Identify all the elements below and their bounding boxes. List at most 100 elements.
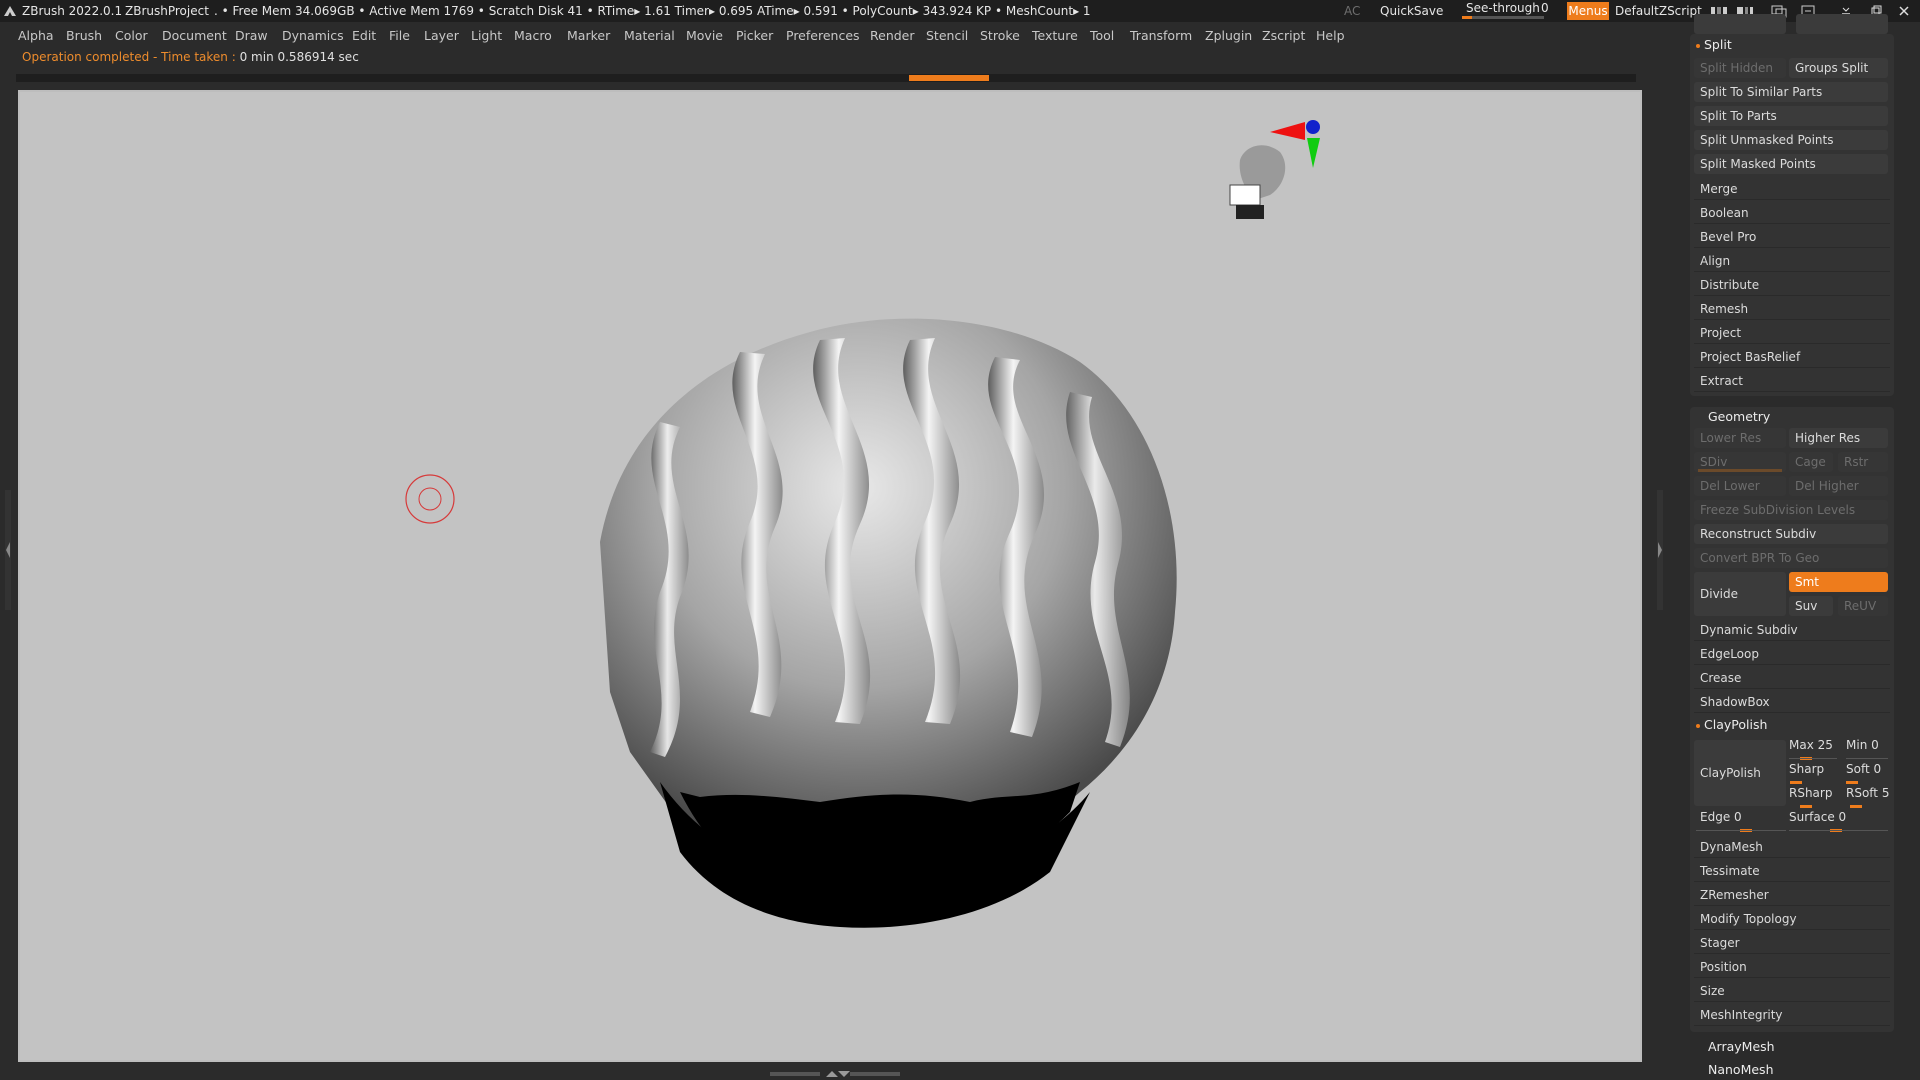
menu-transform[interactable]: Transform: [1130, 25, 1192, 47]
menu-brush[interactable]: Brush: [66, 25, 102, 47]
quicksave-button[interactable]: QuickSave: [1380, 0, 1443, 22]
bevel-pro-row[interactable]: Bevel Pro: [1694, 226, 1890, 248]
menu-color[interactable]: Color: [115, 25, 148, 47]
menu-document[interactable]: Document: [162, 25, 227, 47]
sculpted-mesh[interactable]: [600, 318, 1177, 928]
soft-slider[interactable]: Soft 0: [1846, 762, 1881, 776]
shadowbox-row[interactable]: ShadowBox: [1694, 691, 1890, 713]
higher-res-button[interactable]: Higher Res: [1789, 428, 1888, 448]
position-row[interactable]: Position: [1694, 956, 1890, 978]
menu-tool[interactable]: Tool: [1090, 25, 1114, 47]
soft-slider-handle: [1846, 781, 1858, 784]
menu-macro[interactable]: Macro: [514, 25, 552, 47]
rsharp-slider[interactable]: RSharp: [1789, 786, 1832, 800]
surface-slider[interactable]: Surface 0: [1789, 810, 1846, 824]
ac-indicator[interactable]: AC: [1344, 0, 1360, 22]
split-hidden-button[interactable]: Split Hidden: [1694, 58, 1786, 78]
menu-material[interactable]: Material: [624, 25, 675, 47]
cut-off-button-left[interactable]: [1694, 14, 1786, 34]
split-masked-button[interactable]: Split Masked Points: [1694, 154, 1888, 174]
split-header[interactable]: Split: [1696, 37, 1732, 52]
document-canvas[interactable]: [20, 92, 1640, 1060]
min-slider[interactable]: Min 0: [1846, 738, 1879, 752]
project-basrelief-row[interactable]: Project BasRelief: [1694, 346, 1890, 368]
tessimate-row[interactable]: Tessimate: [1694, 860, 1890, 882]
edge-slider[interactable]: Edge 0: [1700, 810, 1742, 824]
default-zscript-button[interactable]: DefaultZScript: [1615, 0, 1702, 22]
cut-off-button-right[interactable]: [1796, 14, 1888, 34]
suv-toggle[interactable]: Suv: [1789, 596, 1833, 616]
convert-bpr-button[interactable]: Convert BPR To Geo: [1694, 548, 1888, 568]
crease-row[interactable]: Crease: [1694, 667, 1890, 689]
groups-split-button[interactable]: Groups Split: [1789, 58, 1888, 78]
arraymesh-header[interactable]: ArrayMesh: [1708, 1039, 1775, 1054]
close-icon[interactable]: [1898, 5, 1910, 17]
menu-zplugin[interactable]: Zplugin: [1205, 25, 1252, 47]
del-higher-button[interactable]: Del Higher: [1789, 476, 1888, 496]
geometry-header[interactable]: Geometry: [1708, 409, 1770, 424]
remesh-row[interactable]: Remesh: [1694, 298, 1890, 320]
split-similar-parts-button[interactable]: Split To Similar Parts: [1694, 82, 1888, 102]
claypolish-header[interactable]: ClayPolish: [1696, 717, 1767, 732]
menu-help[interactable]: Help: [1316, 25, 1345, 47]
sdiv-slider[interactable]: SDiv: [1694, 452, 1786, 472]
zremesher-row[interactable]: ZRemesher: [1694, 884, 1890, 906]
extract-row[interactable]: Extract: [1694, 370, 1890, 392]
divide-button[interactable]: Divide: [1694, 572, 1786, 616]
split-to-parts-button[interactable]: Split To Parts: [1694, 106, 1888, 126]
distribute-row[interactable]: Distribute: [1694, 274, 1890, 296]
menu-zscript[interactable]: Zscript: [1262, 25, 1305, 47]
menu-light[interactable]: Light: [471, 25, 502, 47]
min-slider-track: [1846, 758, 1888, 759]
see-through-slider[interactable]: See-through 0: [1462, 0, 1552, 22]
menu-movie[interactable]: Movie: [686, 25, 723, 47]
boolean-row[interactable]: Boolean: [1694, 202, 1890, 224]
menu-stroke[interactable]: Stroke: [980, 25, 1020, 47]
split-unmasked-button[interactable]: Split Unmasked Points: [1694, 130, 1888, 150]
menu-preferences[interactable]: Preferences: [786, 25, 860, 47]
navigation-gizmo[interactable]: [1229, 120, 1320, 219]
right-tray-handle-icon[interactable]: [1656, 490, 1664, 610]
modify-topology-row[interactable]: Modify Topology: [1694, 908, 1890, 930]
canvas-frame: [18, 90, 1642, 1062]
claypolish-button[interactable]: ClayPolish: [1694, 740, 1786, 806]
dynamic-subdiv-row[interactable]: Dynamic Subdiv: [1694, 619, 1890, 641]
sharp-slider[interactable]: Sharp: [1789, 762, 1824, 776]
meshintegrity-row[interactable]: MeshIntegrity: [1694, 1004, 1890, 1026]
menu-file[interactable]: File: [389, 25, 410, 47]
rsoft-slider-handle: [1850, 805, 1862, 808]
menu-render[interactable]: Render: [870, 25, 915, 47]
menu-layer[interactable]: Layer: [424, 25, 459, 47]
menu-marker[interactable]: Marker: [567, 25, 610, 47]
menu-edit[interactable]: Edit: [352, 25, 376, 47]
merge-row[interactable]: Merge: [1694, 178, 1890, 200]
reuv-button[interactable]: ReUV: [1838, 596, 1888, 616]
menu-stencil[interactable]: Stencil: [926, 25, 968, 47]
menu-alpha[interactable]: Alpha: [18, 25, 54, 47]
smt-toggle[interactable]: Smt: [1789, 572, 1888, 592]
reconstruct-subdiv-button[interactable]: Reconstruct Subdiv: [1694, 524, 1888, 544]
edgeloop-row[interactable]: EdgeLoop: [1694, 643, 1890, 665]
freeze-subdiv-button[interactable]: Freeze SubDivision Levels: [1694, 500, 1888, 520]
dynamesh-row[interactable]: DynaMesh: [1694, 836, 1890, 858]
title-bar: ZBrush 2022.0.1 ZBrushProject . • Free M…: [0, 0, 1920, 22]
menu-texture[interactable]: Texture: [1032, 25, 1078, 47]
lower-res-button[interactable]: Lower Res: [1694, 428, 1786, 448]
menu-dynamics[interactable]: Dynamics: [282, 25, 344, 47]
stager-row[interactable]: Stager: [1694, 932, 1890, 954]
del-lower-button[interactable]: Del Lower: [1694, 476, 1786, 496]
nanomesh-header[interactable]: NanoMesh: [1708, 1062, 1774, 1077]
rsoft-slider[interactable]: RSoft 5: [1846, 786, 1889, 800]
rstr-button[interactable]: Rstr: [1838, 452, 1888, 472]
left-tray-handle-icon[interactable]: [4, 490, 12, 610]
menu-draw[interactable]: Draw: [235, 25, 268, 47]
size-row[interactable]: Size: [1694, 980, 1890, 1002]
project-row[interactable]: Project: [1694, 322, 1890, 344]
menu-picker[interactable]: Picker: [736, 25, 773, 47]
menus-toggle-button[interactable]: Menus: [1567, 2, 1609, 20]
cage-button[interactable]: Cage: [1789, 452, 1833, 472]
align-row[interactable]: Align: [1694, 250, 1890, 272]
bottom-tray-handle-icon[interactable]: [770, 1070, 900, 1078]
max-slider[interactable]: Max 25: [1789, 738, 1833, 752]
project-name[interactable]: ZBrushProject: [125, 0, 209, 22]
